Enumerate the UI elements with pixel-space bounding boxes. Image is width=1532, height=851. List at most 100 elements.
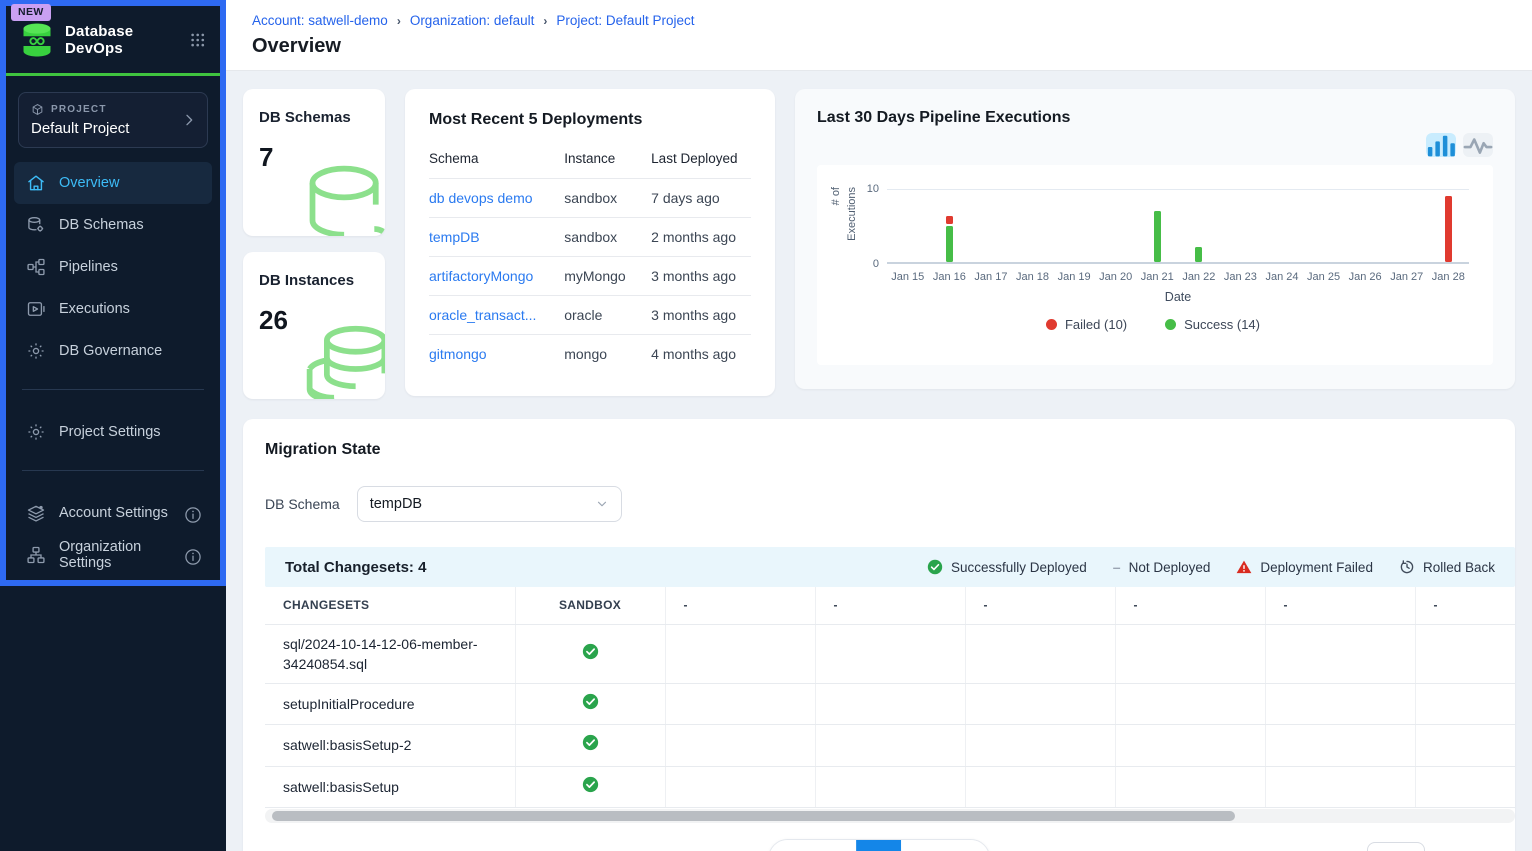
info-icon[interactable] (183, 547, 200, 564)
breadcrumb-account-link[interactable]: Account: satwell-demo (252, 13, 388, 28)
schema-link[interactable]: tempDB (429, 229, 480, 245)
warning-triangle-icon (1236, 559, 1252, 575)
prev-button[interactable]: ← Prev (769, 840, 856, 851)
column-header-empty: - (665, 587, 815, 624)
x-tick-label: Jan 27 (1386, 271, 1428, 283)
changeset-empty-cell (965, 766, 1115, 807)
sidebar-item-pipelines[interactable]: Pipelines (14, 246, 212, 288)
status-legend-item: Successfully Deployed (927, 559, 1087, 575)
changeset-empty-cell (1115, 766, 1265, 807)
deployment-row: artifactoryMongomyMongo3 months ago (429, 257, 751, 296)
y-tick-label: 0 (873, 258, 879, 270)
chart-bar-slot (1095, 189, 1137, 262)
schema-link[interactable]: gitmongo (429, 346, 487, 362)
chart-bar-slot (1053, 189, 1095, 262)
next-button[interactable]: Next → (902, 840, 989, 851)
column-header-last-deployed: Last Deployed (651, 143, 751, 179)
sidebar-secondary-nav: Project Settings (6, 411, 220, 453)
failed-bar[interactable] (946, 216, 953, 223)
changeset-empty-cell (965, 624, 1115, 684)
breadcrumb-separator: › (397, 14, 401, 28)
sidebar-item-label: Project Settings (59, 424, 161, 440)
changeset-empty-cell (1265, 684, 1415, 725)
cube-icon (31, 103, 44, 116)
horizontal-scrollbar[interactable] (265, 809, 1515, 823)
success-bar[interactable] (946, 226, 953, 263)
sidebar-item-overview[interactable]: Overview (14, 162, 212, 204)
breadcrumb-organization-link[interactable]: Organization: default (410, 13, 535, 28)
chart-bar-slot (1428, 189, 1470, 262)
failed-bar[interactable] (1445, 196, 1452, 262)
page-header: Account: satwell-demo › Organization: de… (226, 0, 1532, 71)
org-icon (26, 545, 46, 565)
changeset-empty-cell (965, 684, 1115, 725)
changeset-sandbox-cell (515, 684, 665, 725)
changeset-empty-cell (1415, 725, 1515, 766)
legend-item: Failed (10) (1046, 317, 1127, 332)
project-name: Default Project (31, 120, 195, 137)
x-axis-tick-labels: Jan 15Jan 16Jan 17Jan 18Jan 19Jan 20Jan … (887, 271, 1469, 283)
legend-dot (1165, 319, 1176, 330)
chart-bar-slot (1220, 189, 1262, 262)
governance-icon (26, 341, 46, 361)
chart-type-toggles (817, 133, 1493, 157)
chart-bar-slot (1012, 189, 1054, 262)
bar-chart-toggle[interactable] (1426, 133, 1456, 157)
db-schema-select[interactable]: tempDB (357, 486, 622, 522)
content: DB Schemas 7 DB Instances 26 (226, 71, 1532, 851)
schema-link[interactable]: artifactoryMongo (429, 268, 533, 284)
apps-grid-icon[interactable] (189, 30, 206, 50)
chart-bar-slot (929, 189, 971, 262)
success-bar[interactable] (1195, 247, 1202, 262)
status-legend-label: Successfully Deployed (951, 560, 1087, 575)
status-legend-label: Deployment Failed (1260, 560, 1373, 575)
x-tick-label: Jan 22 (1178, 271, 1220, 283)
column-header-empty: - (1115, 587, 1265, 624)
x-tick-label: Jan 21 (1136, 271, 1178, 283)
line-chart-icon (1463, 132, 1493, 158)
project-selector[interactable]: PROJECT Default Project (18, 92, 208, 148)
breadcrumb: Account: satwell-demo › Organization: de… (252, 13, 1532, 28)
db-schemas-icon (26, 215, 46, 235)
stat-title: DB Schemas (259, 109, 369, 126)
column-header-changesets: CHANGESETS (265, 587, 515, 624)
legend-item: Success (14) (1165, 317, 1260, 332)
success-bar[interactable] (1154, 211, 1161, 262)
changeset-name-cell: satwell:basisSetup-2 (265, 725, 515, 766)
x-tick-label: Jan 17 (970, 271, 1012, 283)
deployment-row: tempDBsandbox2 months ago (429, 218, 751, 257)
database-stack-icon (301, 323, 385, 399)
changeset-sandbox-cell (515, 725, 665, 766)
deployment-date-cell: 7 days ago (651, 179, 751, 218)
deployment-date-cell: 3 months ago (651, 257, 751, 296)
x-tick-label: Jan 24 (1261, 271, 1303, 283)
sidebar-item-project-settings[interactable]: Project Settings (14, 411, 212, 453)
changesets-summary-bar: Total Changesets: 4 Successfully Deploye… (265, 547, 1515, 587)
pagination: 4 of 4 ← Prev 1 Next → Show (243, 823, 1515, 851)
deployments-title: Most Recent 5 Deployments (429, 111, 751, 129)
per-page-select[interactable]: 10 (1367, 842, 1425, 851)
sidebar-item-executions[interactable]: Executions (14, 288, 212, 330)
sidebar-item-label: Overview (59, 175, 119, 191)
breadcrumb-project-link[interactable]: Project: Default Project (556, 13, 694, 28)
changeset-sandbox-cell (515, 766, 665, 807)
sidebar-item-organization-settings[interactable]: Organization Settings (14, 534, 212, 576)
scrollbar-thumb[interactable] (272, 811, 1235, 821)
y-tick-label: 10 (867, 183, 879, 195)
line-chart-toggle[interactable] (1463, 133, 1493, 157)
sidebar-item-db-governance[interactable]: DB Governance (14, 330, 212, 372)
schema-link[interactable]: db devops demo (429, 190, 533, 206)
status-legend-item: Deployment Failed (1236, 559, 1373, 575)
x-axis-title: Date (887, 290, 1469, 304)
project-label: PROJECT (51, 104, 107, 115)
schema-link[interactable]: oracle_transact... (429, 307, 536, 323)
db-instances-card: DB Instances 26 (243, 252, 385, 399)
changeset-empty-cell (665, 684, 815, 725)
pipeline-executions-card: Last 30 Days Pipeline Executions # ofExe… (795, 89, 1515, 389)
db-schema-selected-value: tempDB (370, 496, 422, 512)
sidebar-item-account-settings[interactable]: Account Settings (14, 492, 212, 534)
sidebar-item-db-schemas[interactable]: DB Schemas (14, 204, 212, 246)
db-schema-label: DB Schema (265, 496, 340, 512)
info-icon[interactable] (183, 505, 200, 522)
page-1-button[interactable]: 1 (857, 840, 902, 851)
